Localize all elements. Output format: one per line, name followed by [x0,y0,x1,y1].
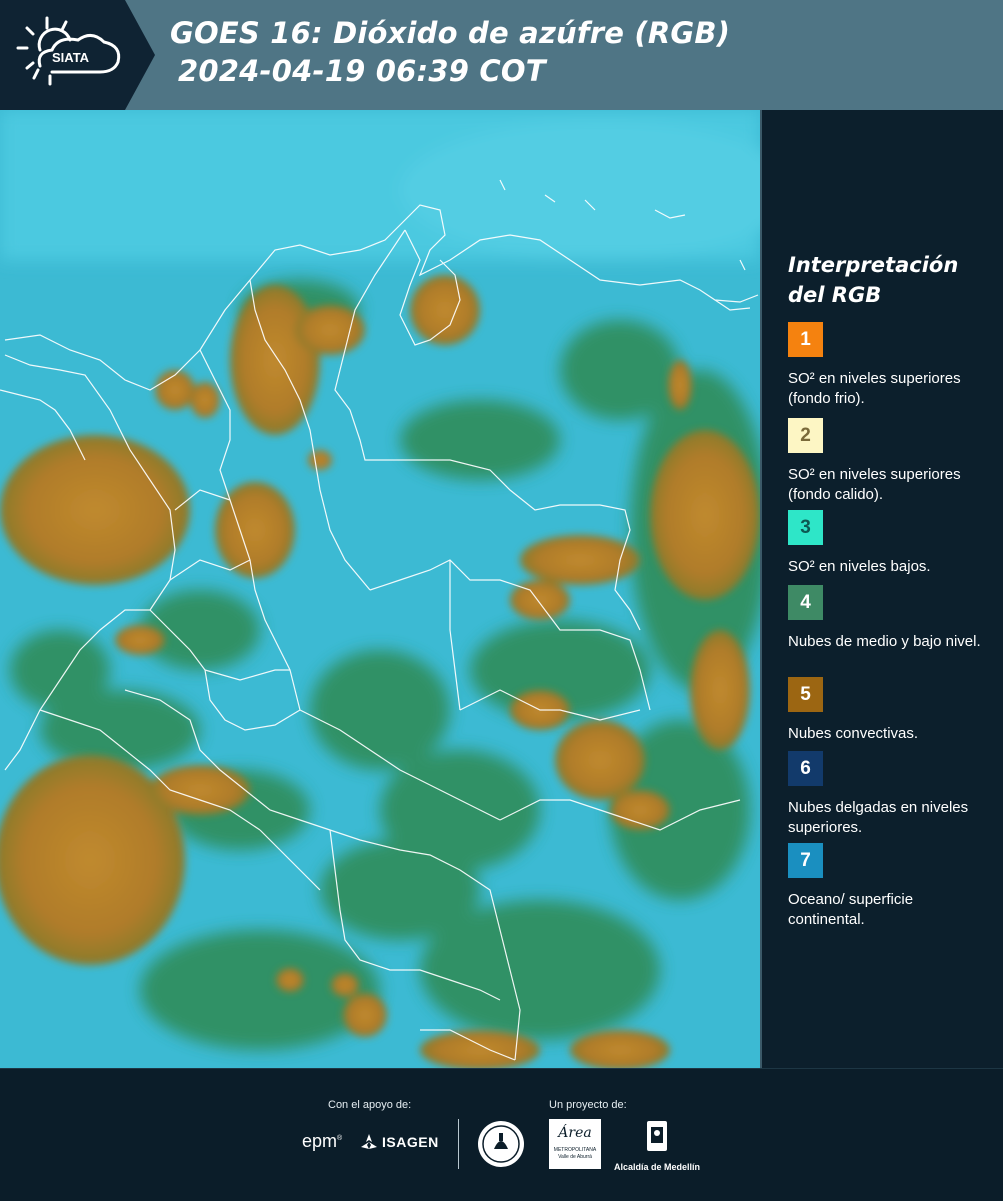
area-logo-text: Área [558,1125,592,1141]
legend-number: 7 [800,849,811,871]
legend-title-line2: del RGB [788,283,882,307]
legend-panel: Interpretación del RGB [788,250,993,322]
seal-icon [478,1121,524,1167]
legend-number: 1 [800,328,811,350]
title-product: GOES 16: Dióxido de azúfre (RGB) [170,16,731,50]
alcaldia-logo-text: Alcaldía de Medellín [613,1162,701,1172]
legend-swatch: 4 [788,585,823,620]
siata-logo-panel: SIATA [0,0,155,110]
legend-item: 6 Nubes delgadas en niveles superiores. [788,751,993,838]
coat-of-arms-icon [647,1121,667,1151]
project-label: Un proyecto de: [549,1099,627,1111]
legend-number: 2 [800,424,811,446]
legend-text: Nubes delgadas en niveles superiores. [788,799,969,836]
ocean-area [0,110,760,260]
legend-title-line1: Interpretación [788,253,959,277]
legend-swatch: 6 [788,751,823,786]
legend-text: Nubes de medio y bajo nivel. [788,633,981,650]
legend-text: SO² en niveles bajos. [788,558,931,575]
legend-text: SO² en niveles superiores (fondo frio). [788,370,961,407]
header-bar: SIATA GOES 16: Dióxido de azúfre (RGB) 2… [0,0,1003,110]
area-logo-sub2: Valle de Aburrá [558,1154,592,1160]
legend-item: 4 Nubes de medio y bajo nivel. [788,585,993,652]
legend-text: Nubes convectivas. [788,725,919,742]
support-label: Con el apoyo de: [328,1099,412,1111]
area-metropolitana-logo: Área METROPOLITANA Valle de Aburrá [549,1119,601,1169]
page-title: GOES 16: Dióxido de azúfre (RGB) 2024-04… [170,14,730,90]
legend-item: 1 SO² en niveles superiores (fondo frio)… [788,322,993,409]
legend-item: 7 Oceano/ superficie continental. [788,843,993,930]
isagen-mark-icon [361,1134,377,1149]
title-datetime: 2024-04-19 06:39 COT [178,54,546,88]
area-logo-sub1: METROPOLITANA [553,1147,597,1153]
legend-item: 2 SO² en niveles superiores (fondo calid… [788,418,993,505]
epm-logo-text: epm [302,1131,338,1151]
legend-swatch: 1 [788,322,823,357]
isagen-logo-text: ISAGEN [382,1134,439,1150]
legend-item: 3 SO² en niveles bajos. [788,510,993,577]
siata-logo-text: SIATA [52,50,90,65]
epm-logo: epm® [302,1131,343,1151]
legend-text: SO² en niveles superiores (fondo calido)… [788,466,961,503]
footer: Con el apoyo de: Un proyecto de: epm® IS… [0,1068,1003,1201]
legend-text: Oceano/ superficie continental. [788,891,914,928]
legend-number: 4 [800,591,811,613]
alcaldia-logo: Alcaldía de Medellín [612,1119,702,1172]
legend-swatch: 3 [788,510,823,545]
isagen-logo: ISAGEN [360,1133,439,1151]
legend-swatch: 2 [788,418,823,453]
legend-number: 6 [800,757,811,779]
legend-item: 5 Nubes convectivas. [788,677,993,744]
footer-divider [458,1119,459,1169]
satellite-map [0,110,760,1068]
map-side-divider [760,110,762,1068]
legend-number: 3 [800,516,811,538]
legend-number: 5 [800,683,811,705]
legend-swatch: 5 [788,677,823,712]
legend-title: Interpretación del RGB [788,250,993,310]
legend-swatch: 7 [788,843,823,878]
